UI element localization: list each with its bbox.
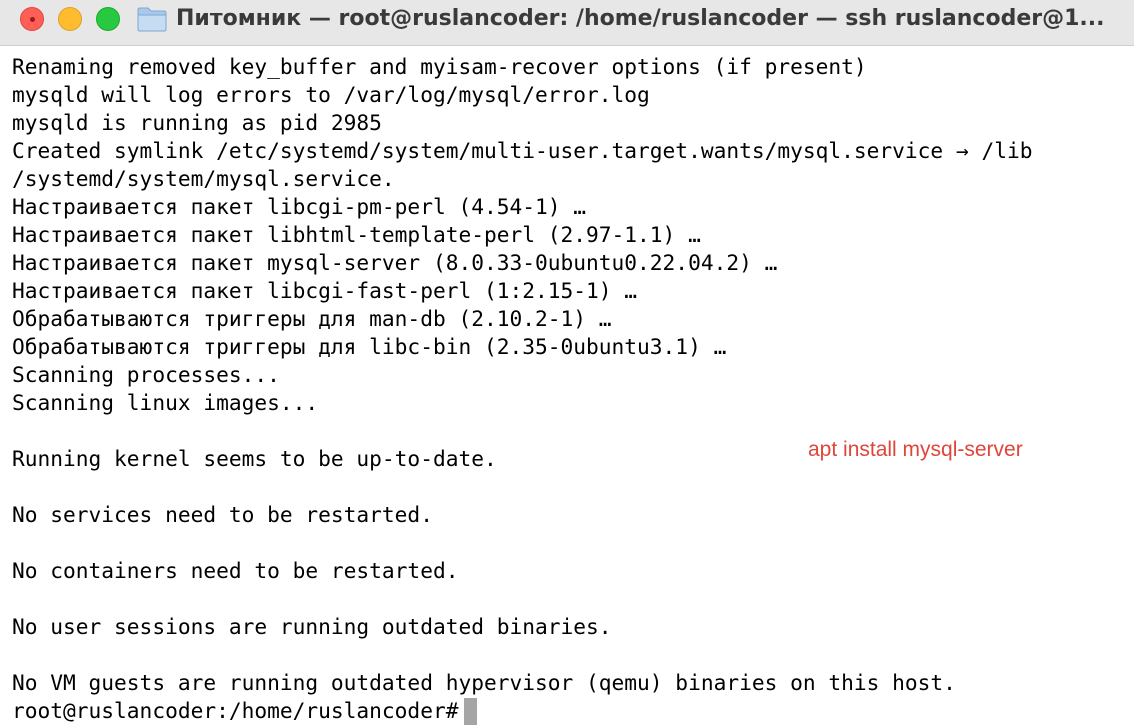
terminal-line: Scanning linux images... [12, 390, 319, 415]
terminal-line: Настраивается пакет libhtml-template-per… [12, 222, 701, 247]
prompt-line[interactable]: root@ruslancoder:/home/ruslancoder# [12, 697, 1134, 725]
terminal-lines: Renaming removed key_buffer and myisam-r… [12, 53, 1134, 697]
annotation-label: apt install mysql-server [808, 438, 1023, 461]
minimize-button[interactable] [58, 7, 82, 31]
terminal-line: No user sessions are running outdated bi… [12, 614, 612, 639]
shell-prompt: root@ruslancoder:/home/ruslancoder# [12, 698, 459, 723]
terminal-line: No services need to be restarted. [12, 502, 433, 527]
terminal-line: mysqld will log errors to /var/log/mysql… [12, 82, 650, 107]
terminal-line: Настраивается пакет libcgi-pm-perl (4.54… [12, 194, 587, 219]
terminal-line: Настраивается пакет mysql-server (8.0.33… [12, 250, 778, 275]
terminal-line: No containers need to be restarted. [12, 558, 459, 583]
window-title: Питомник — root@ruslancoder: /home/rusla… [176, 6, 1105, 31]
terminal-output[interactable]: Renaming removed key_buffer and myisam-r… [0, 47, 1134, 726]
folder-icon [137, 7, 167, 32]
terminal-line: Настраивается пакет libcgi-fast-perl (1:… [12, 278, 638, 303]
terminal-line: No VM guests are running outdated hyperv… [12, 670, 956, 695]
terminal-line: Обрабатываются триггеры для libc-bin (2.… [12, 334, 727, 359]
terminal-line: /systemd/system/mysql.service. [12, 166, 395, 191]
terminal-line: Scanning processes... [12, 362, 280, 387]
maximize-button[interactable] [96, 7, 120, 31]
terminal-line: Renaming removed key_buffer and myisam-r… [12, 54, 867, 79]
title-bar[interactable]: Питомник — root@ruslancoder: /home/rusla… [0, 0, 1134, 46]
close-button[interactable] [20, 7, 44, 31]
text-cursor [464, 697, 478, 725]
terminal-line: mysqld is running as pid 2985 [12, 110, 382, 135]
terminal-line: Created symlink /etc/systemd/system/mult… [12, 138, 1033, 163]
terminal-window: Питомник — root@ruslancoder: /home/rusla… [0, 0, 1134, 726]
terminal-line: Обрабатываются триггеры для man-db (2.10… [12, 306, 612, 331]
